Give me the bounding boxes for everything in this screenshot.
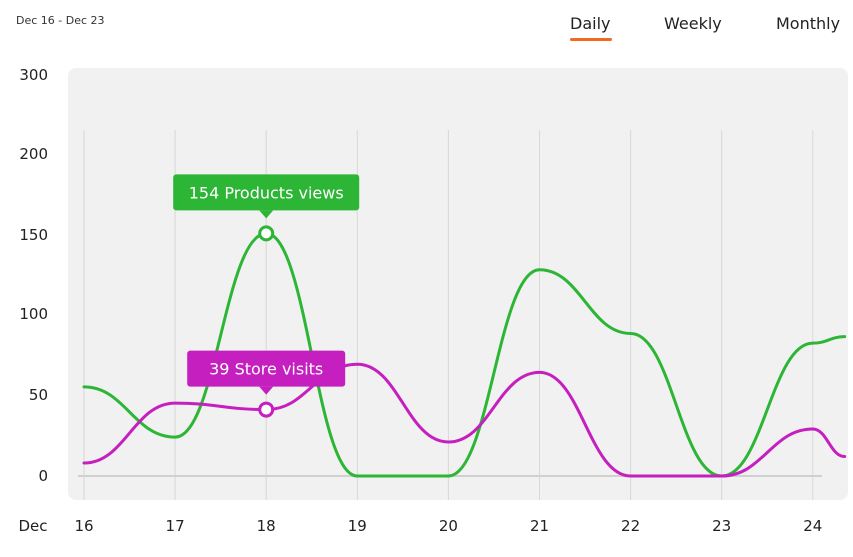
y-tick-label: 300 [19, 66, 48, 84]
x-tick-label: 16 [74, 517, 93, 535]
y-axis: 0 50 100 150 200 300 [19, 66, 48, 485]
products-point-marker [258, 225, 275, 242]
y-tick-label: 100 [19, 305, 48, 323]
store-point-marker [258, 401, 275, 418]
y-tick-label: 50 [29, 386, 48, 404]
x-tick-label: 18 [257, 517, 276, 535]
y-tick-label: 0 [38, 467, 48, 485]
x-tick-label: 24 [803, 517, 822, 535]
x-tick-label: 22 [621, 517, 640, 535]
y-tick-label: 150 [19, 226, 48, 244]
x-axis-month-label: Dec [18, 517, 47, 535]
products-tooltip-label: 154 Products views [189, 183, 344, 202]
x-axis: Dec 16 17 18 19 20 21 22 23 24 [18, 517, 822, 535]
x-tick-label: 21 [530, 517, 549, 535]
x-tick-label: 17 [166, 517, 185, 535]
plot-background [68, 68, 848, 500]
x-tick-label: 20 [439, 517, 458, 535]
line-chart: 0 50 100 150 200 300 Dec 16 17 18 19 20 21 22 23 24 15… [18, 66, 848, 535]
x-tick-label: 19 [348, 517, 367, 535]
store-tooltip-label: 39 Store visits [209, 360, 323, 379]
y-tick-label: 200 [19, 145, 48, 163]
x-tick-label: 23 [712, 517, 731, 535]
